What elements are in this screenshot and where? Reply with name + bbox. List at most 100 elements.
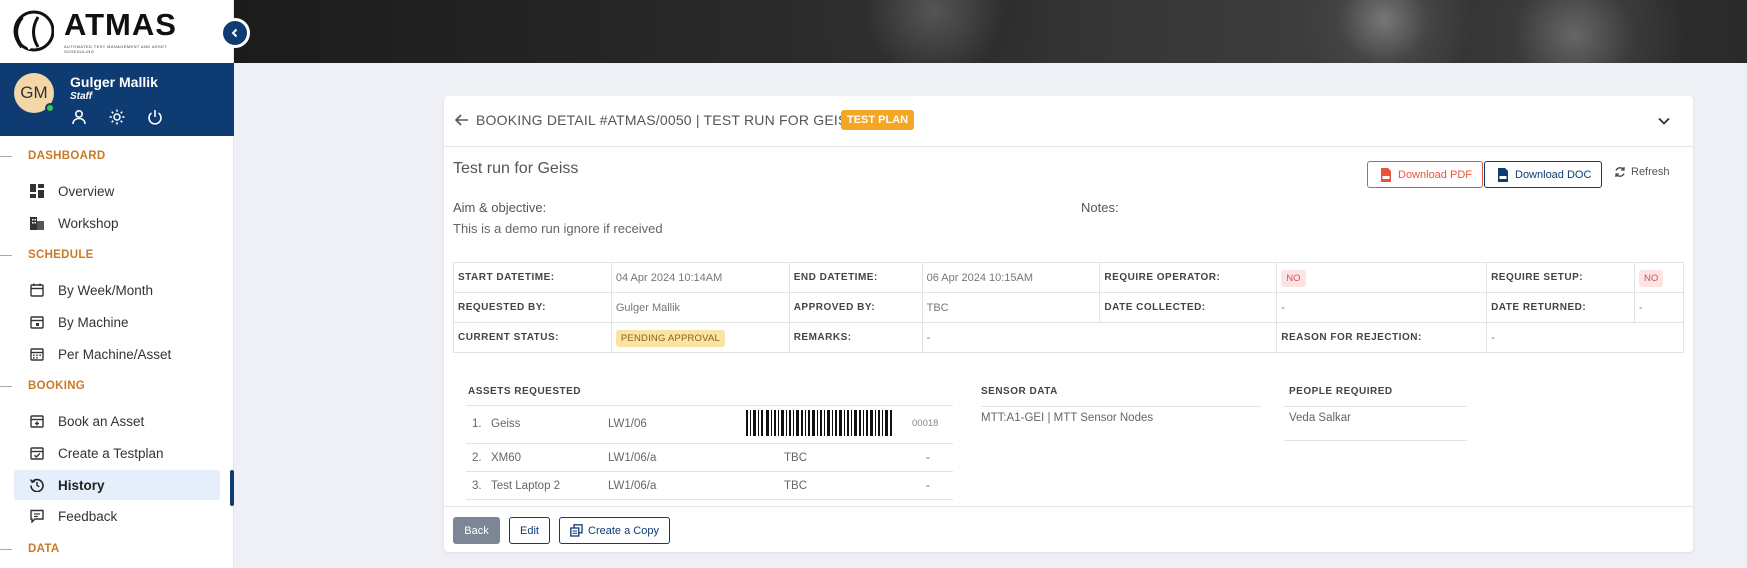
require-operator-cell: NO: [1276, 262, 1488, 293]
date-returned-label: DATE RETURNED:: [1486, 292, 1635, 323]
require-operator-label: REQUIRE OPERATOR:: [1099, 262, 1278, 293]
refresh-icon: [1615, 167, 1625, 177]
page-title: BOOKING DETAIL #ATMAS/0050 | TEST RUN FO…: [476, 112, 858, 128]
booking-detail-card: BOOKING DETAIL #ATMAS/0050 | TEST RUN FO…: [444, 96, 1693, 552]
sidebar: ATMAS AUTOMATED TEST MANAGEMENT AND ASSE…: [0, 0, 234, 568]
asset-id: -: [926, 480, 930, 492]
download-pdf-label: Download PDF: [1398, 168, 1472, 181]
copy-icon: [570, 524, 583, 537]
create-copy-button[interactable]: Create a Copy: [559, 517, 670, 544]
sidebar-item-label: History: [58, 477, 105, 493]
create-copy-label: Create a Copy: [588, 524, 659, 537]
header-banner: [234, 0, 1747, 63]
user-profile-icon[interactable]: [71, 109, 87, 125]
refresh-label: Refresh: [1631, 166, 1670, 178]
sidebar-item-per-machine-asset[interactable]: Per Machine/Asset: [14, 339, 220, 369]
sidebar-item-overview[interactable]: Overview: [14, 176, 220, 206]
power-icon[interactable]: [147, 109, 163, 125]
back-arrow-icon[interactable]: [454, 112, 470, 128]
asset-location: LW1/06/a: [608, 452, 657, 464]
sidebar-item-book-asset[interactable]: Book an Asset: [14, 406, 220, 436]
chevron-down-icon[interactable]: [1657, 114, 1671, 128]
refresh-button[interactable]: Refresh: [1614, 166, 1670, 178]
table-row: REQUESTED BY: Gulger Mallik APPROVED BY:…: [453, 292, 1685, 323]
history-icon: [30, 478, 44, 492]
asset-num: 1.: [472, 418, 482, 430]
remarks-value: -: [921, 322, 1278, 353]
requested-by-label: REQUESTED BY:: [453, 292, 612, 323]
end-datetime-label: END DATETIME:: [788, 262, 923, 293]
asset-location: LW1/06/a: [608, 480, 657, 492]
section-label: SCHEDULE: [28, 249, 94, 261]
download-doc-button[interactable]: Download DOC: [1484, 161, 1603, 188]
asset-tag: TBC: [784, 452, 807, 464]
start-datetime-label: START DATETIME:: [453, 262, 612, 293]
online-status-dot: [45, 103, 55, 113]
chevron-left-icon: [231, 28, 238, 38]
active-indicator: [230, 470, 234, 506]
asset-num: 2.: [472, 452, 482, 464]
rejection-reason-label: REASON FOR REJECTION:: [1276, 322, 1488, 353]
edit-button[interactable]: Edit: [509, 517, 550, 544]
aim-text: This is a demo run ignore if received: [453, 221, 663, 236]
grid-icon: [30, 184, 44, 198]
pdf-file-icon: [1381, 167, 1391, 182]
asset-row: 1. Geiss LW1/06 00018: [466, 406, 953, 444]
people-value: Veda Salkar: [1289, 412, 1352, 424]
user-panel: GM Gulger Mallik Staff: [0, 63, 234, 136]
current-status-cell: PENDING APPROVAL: [610, 322, 790, 353]
calendar-day-icon: [30, 315, 44, 329]
asset-num: 3.: [472, 480, 482, 492]
sidebar-item-create-testplan[interactable]: Create a Testplan: [14, 438, 220, 468]
approved-by-label: APPROVED BY:: [788, 292, 923, 323]
sidebar-item-by-machine[interactable]: By Machine: [14, 307, 220, 337]
sidebar-collapse-button[interactable]: [220, 18, 250, 48]
remarks-label: REMARKS:: [788, 322, 923, 353]
sidebar-item-label: Workshop: [58, 215, 119, 231]
current-status-label: CURRENT STATUS:: [453, 322, 612, 353]
asset-name: Geiss: [491, 418, 521, 430]
building-icon: [30, 216, 44, 230]
asset-name: XM60: [491, 452, 522, 464]
user-name: Gulger Mallik: [70, 74, 158, 90]
sidebar-item-by-week-month[interactable]: By Week/Month: [14, 275, 220, 305]
asset-tag: TBC: [784, 480, 807, 492]
calendar-grid-icon: [30, 347, 44, 361]
download-pdf-button[interactable]: Download PDF: [1367, 161, 1483, 188]
section-booking: BOOKING: [0, 380, 85, 392]
sidebar-item-label: Book an Asset: [58, 413, 145, 429]
people-heading: PEOPLE REQUIRED: [1289, 386, 1393, 397]
download-doc-label: Download DOC: [1515, 168, 1592, 181]
require-setup-badge: NO: [1638, 269, 1664, 287]
approved-by-value: TBC: [921, 292, 1101, 323]
section-schedule: SCHEDULE: [0, 249, 94, 261]
date-returned-value: -: [1633, 292, 1685, 323]
type-badge: TEST PLAN: [841, 110, 915, 130]
feedback-icon: [30, 509, 44, 523]
theme-sun-icon[interactable]: [109, 109, 125, 125]
sidebar-item-workshop[interactable]: Workshop: [14, 208, 220, 238]
date-collected-value: -: [1276, 292, 1488, 323]
sidebar-item-label: Feedback: [58, 508, 118, 524]
section-data: DATA: [0, 543, 59, 555]
calendar-plus-icon: [30, 414, 44, 428]
asset-name: Test Laptop 2: [491, 480, 561, 492]
barcode-image: [746, 410, 892, 436]
requested-by-value: Gulger Mallik: [610, 292, 790, 323]
sidebar-item-feedback[interactable]: Feedback: [14, 501, 220, 531]
calendar-icon: [30, 283, 44, 297]
sidebar-item-history[interactable]: History: [14, 470, 220, 500]
table-row: CURRENT STATUS: PENDING APPROVAL REMARKS…: [453, 322, 1684, 353]
sidebar-item-label: By Week/Month: [58, 282, 154, 298]
asset-row: 3. Test Laptop 2 LW1/06/a TBC -: [466, 472, 953, 500]
sensor-value: MTT:A1-GEI | MTT Sensor Nodes: [981, 412, 1154, 424]
asset-location: LW1/06: [608, 418, 647, 430]
start-datetime-value: 04 Apr 2024 10:14AM: [610, 262, 790, 293]
back-button[interactable]: Back: [453, 517, 500, 544]
date-collected-label: DATE COLLECTED:: [1099, 292, 1278, 323]
user-role: Staff: [70, 91, 93, 102]
booking-details-table: START DATETIME: 04 Apr 2024 10:14AM END …: [453, 262, 1685, 353]
rejection-reason-value: -: [1486, 322, 1684, 353]
asset-id: -: [926, 452, 930, 464]
calendar-check-icon: [30, 446, 44, 460]
